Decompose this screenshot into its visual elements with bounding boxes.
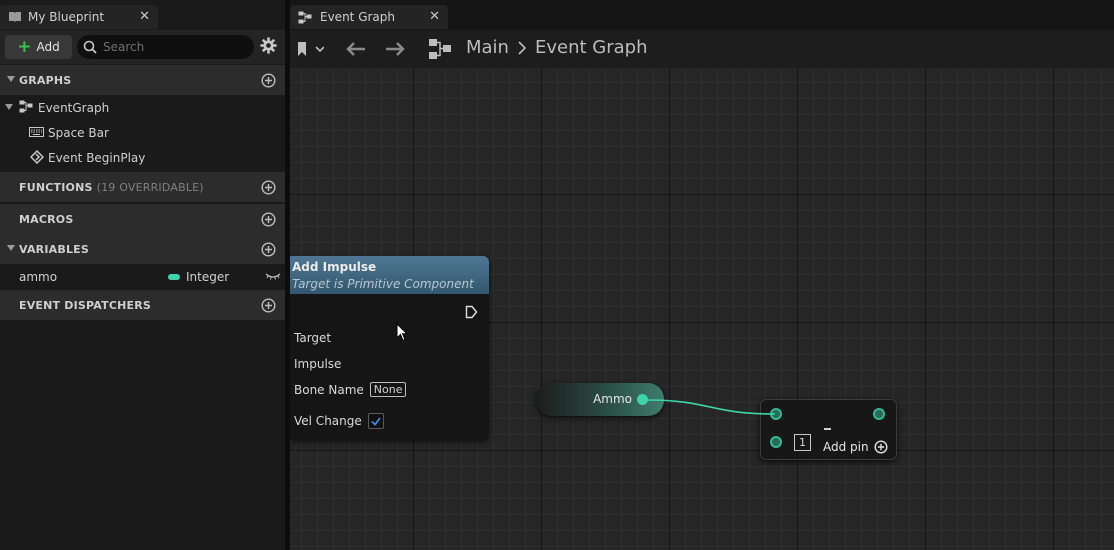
ammo-getter-node[interactable]: Ammo — [536, 383, 664, 416]
search-box[interactable] — [77, 35, 254, 59]
vel-change-checkbox[interactable] — [367, 413, 384, 429]
pin-label: Vel Change — [294, 414, 362, 428]
collapse-arrow-icon[interactable] — [5, 104, 13, 110]
integer-type-pill-icon — [168, 274, 180, 280]
index-input[interactable]: 1 — [794, 434, 811, 451]
node-header[interactable]: Add Impulse Target is Primitive Componen… — [290, 256, 489, 294]
make-array-node[interactable]: 1 Add pin — [760, 399, 897, 460]
add-pin-label[interactable]: Add pin — [823, 440, 869, 454]
graph-canvas[interactable]: Add Impulse Target is Primitive Componen… — [290, 68, 1114, 550]
gear-icon[interactable] — [260, 37, 277, 54]
impulse-pin[interactable]: Impulse — [294, 357, 341, 371]
pin-label: Impulse — [294, 357, 342, 371]
keyboard-icon — [29, 127, 44, 137]
graph-item-begin-play[interactable]: Event BeginPlay — [0, 145, 285, 170]
forward-arrow-icon[interactable] — [384, 41, 406, 57]
my-blueprint-toolbar: + Add — [0, 30, 285, 64]
graph-toolbar: Main Event Graph — [290, 30, 1114, 68]
graphs-section-title: GRAPHS — [19, 73, 72, 87]
event-graph-tab[interactable]: Event Graph ✕ — [290, 5, 448, 29]
macros-section-title: MACROS — [19, 212, 74, 226]
add-event-dispatcher-icon[interactable] — [261, 298, 276, 313]
add-button[interactable]: + Add — [5, 35, 72, 59]
variables-section-title: VARIABLES — [19, 242, 89, 256]
event-graph-icon — [298, 11, 312, 23]
add-function-icon[interactable] — [261, 180, 276, 195]
event-dispatchers-section-title: EVENT DISPATCHERS — [19, 298, 152, 312]
graph-item-space-bar[interactable]: Space Bar — [0, 120, 285, 145]
graph-item-event-graph[interactable]: EventGraph — [0, 95, 285, 120]
event-graph-tab-label: Event Graph — [320, 10, 395, 24]
functions-overridable-count: (19 OVERRIDABLE) — [96, 180, 204, 194]
add-graph-icon[interactable] — [261, 73, 276, 88]
minus-icon[interactable] — [824, 428, 831, 430]
close-icon[interactable]: ✕ — [139, 9, 150, 24]
input-pin[interactable] — [770, 436, 782, 448]
visibility-eye-icon[interactable] — [265, 272, 281, 280]
bone-name-pin[interactable]: Bone Name None — [294, 382, 407, 397]
node-title: Ammo — [593, 392, 632, 406]
graph-item-label: Event BeginPlay — [48, 150, 146, 165]
my-blueprint-tab[interactable]: My Blueprint ✕ — [0, 5, 158, 29]
add-pin-icon[interactable] — [874, 440, 888, 454]
checkmark-icon — [371, 416, 381, 426]
vel-change-pin[interactable]: Vel Change — [294, 413, 384, 429]
event-dispatchers-section-header[interactable]: EVENT DISPATCHERS — [0, 290, 285, 320]
variable-name: ammo — [19, 269, 58, 284]
collapse-arrow-icon[interactable] — [7, 76, 15, 82]
graph-hierarchy-icon[interactable] — [428, 38, 452, 60]
variables-section-header[interactable]: VARIABLES — [0, 234, 285, 264]
node-title: Add Impulse — [292, 260, 377, 274]
graphs-section-header[interactable]: GRAPHS — [0, 65, 285, 95]
event-icon — [30, 150, 44, 164]
pin-label: Bone Name — [294, 382, 364, 397]
add-impulse-node[interactable]: Add Impulse Target is Primitive Componen… — [290, 256, 489, 440]
graph-item-label: EventGraph — [38, 100, 110, 115]
graph-item-label: Space Bar — [48, 125, 109, 140]
bone-name-input[interactable]: None — [369, 382, 407, 397]
functions-section-header[interactable]: FUNCTIONS (19 OVERRIDABLE) — [0, 172, 285, 202]
chevron-right-icon — [518, 40, 527, 55]
breadcrumb: Main Event Graph — [466, 37, 647, 58]
mouse-cursor-icon — [396, 323, 408, 342]
search-icon — [83, 40, 97, 54]
event-graph-icon — [19, 100, 33, 113]
breadcrumb-current: Event Graph — [534, 37, 648, 58]
add-macro-icon[interactable] — [261, 212, 276, 227]
functions-title-text: FUNCTIONS — [19, 180, 93, 194]
target-pin[interactable]: Target — [294, 331, 331, 345]
array-output-pin[interactable] — [873, 408, 885, 420]
add-variable-icon[interactable] — [261, 242, 276, 257]
pin-label: Target — [294, 331, 332, 345]
macros-section-header[interactable]: MACROS — [0, 204, 285, 234]
exec-output-pin-icon[interactable] — [465, 305, 478, 319]
search-input[interactable] — [103, 40, 243, 54]
bookmark-icon[interactable] — [296, 40, 324, 58]
my-blueprint-tab-label: My Blueprint — [28, 10, 105, 24]
ammo-output-pin[interactable] — [637, 394, 648, 405]
variable-type[interactable]: Integer — [186, 270, 229, 284]
blueprint-icon — [9, 12, 21, 22]
plus-icon: + — [17, 37, 32, 57]
breadcrumb-root[interactable]: Main — [466, 37, 509, 58]
add-button-label: Add — [36, 40, 60, 54]
back-arrow-icon[interactable] — [345, 41, 367, 57]
variable-row-ammo[interactable]: ammo Integer — [0, 264, 285, 289]
collapse-arrow-icon[interactable] — [7, 245, 15, 251]
my-blueprint-panel: My Blueprint ✕ + Add Search GRAPHS Event… — [0, 0, 285, 550]
input-pin[interactable] — [770, 408, 782, 420]
close-icon[interactable]: ✕ — [429, 9, 440, 24]
functions-section-title: FUNCTIONS (19 OVERRIDABLE) — [19, 181, 204, 194]
node-subtitle: Target is Primitive Component — [292, 277, 474, 291]
